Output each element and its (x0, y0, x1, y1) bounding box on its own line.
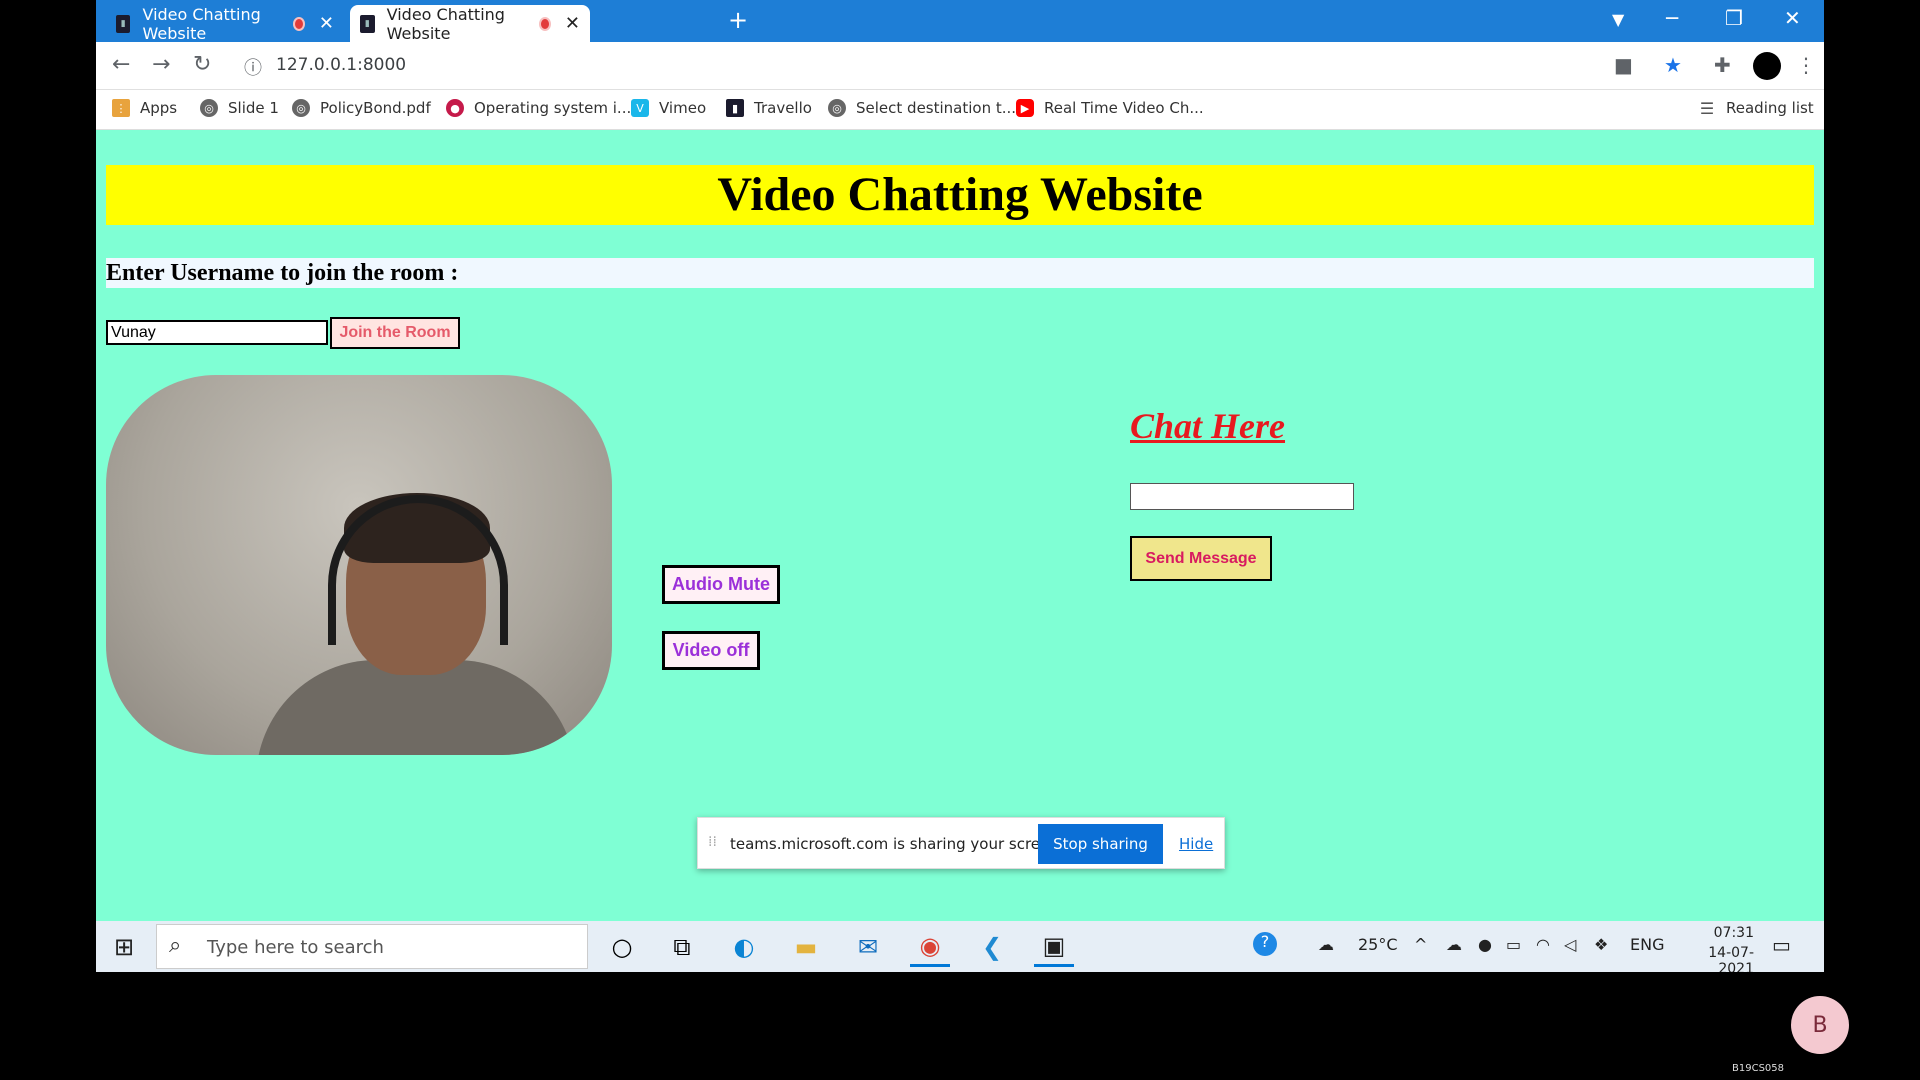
globe-icon: ◎ (292, 99, 310, 117)
page-title: Video Chatting Website (106, 165, 1814, 225)
profile-avatar-icon[interactable] (1753, 52, 1781, 80)
browser-tab-strip: ▮ Video Chatting Website ✕ ▮ Video Chatt… (96, 0, 1824, 43)
chat-message-input[interactable] (1130, 483, 1354, 510)
video-off-button[interactable]: Video off (662, 631, 760, 670)
new-tab-plus-icon[interactable]: + (728, 6, 748, 34)
bookmarks-bar: ⋮ Apps ◎ Slide 1 ◎ PolicyBond.pdf ● Oper… (96, 90, 1824, 130)
hide-link[interactable]: Hide (1179, 835, 1213, 853)
bookmark-apps[interactable]: ⋮ Apps (112, 99, 177, 117)
close-tab-icon[interactable]: ✕ (565, 13, 580, 34)
bookmark-travello[interactable]: ▮ Travello (726, 99, 812, 117)
bookmark-select-destination[interactable]: ◎ Select destination t... (828, 99, 1016, 117)
address-bar[interactable]: 127.0.0.1:8000 (276, 55, 406, 75)
send-message-button[interactable]: Send Message (1130, 536, 1272, 581)
battery-icon[interactable]: ▭ (1506, 935, 1521, 954)
help-icon[interactable]: ? (1253, 932, 1277, 956)
microphone-icon[interactable]: ● (1478, 935, 1492, 954)
site-favicon-icon: ▮ (726, 99, 744, 117)
file-explorer-icon[interactable]: ▬ (786, 927, 826, 967)
recording-icon (538, 16, 551, 31)
vimeo-icon: V (631, 99, 649, 117)
username-input[interactable] (106, 320, 328, 345)
stop-sharing-button[interactable]: Stop sharing (1038, 824, 1163, 864)
reading-list[interactable]: ☰ Reading list (1698, 98, 1814, 118)
cortana-icon[interactable]: ○ (602, 927, 642, 967)
drag-handle-icon[interactable]: ⁞⁞ (708, 834, 717, 850)
bookmark-policybond[interactable]: ◎ PolicyBond.pdf (292, 99, 431, 117)
menu-kebab-icon[interactable]: ⋮ (1796, 53, 1816, 77)
youtube-icon: ▶ (1016, 99, 1034, 117)
bookmark-operating-system[interactable]: ● Operating system i... (446, 99, 631, 117)
reading-list-icon: ☰ (1699, 98, 1715, 118)
camera-icon[interactable]: ■ (1614, 53, 1633, 77)
tab-title: Video Chatting Website (386, 4, 505, 43)
share-notice-text: teams.microsoft.com is sharing your scre… (730, 835, 1064, 853)
join-room-button[interactable]: Join the Room (330, 317, 460, 349)
back-arrow-icon[interactable]: ← (112, 52, 130, 77)
bookmark-star-icon[interactable]: ★ (1664, 53, 1682, 77)
wifi-icon[interactable]: ◠ (1536, 935, 1550, 954)
tab-title: Video Chatting Website (142, 4, 261, 43)
weather-temp[interactable]: 25°C (1358, 935, 1398, 954)
browser-toolbar: ← → ↻ ⓘ 127.0.0.1:8000 ■ ★ ✚ ⋮ (96, 42, 1824, 90)
tab-video-chatting-1[interactable]: ▮ Video Chatting Website ✕ (106, 4, 344, 43)
language-indicator[interactable]: ENG (1630, 935, 1664, 954)
clock-date[interactable]: 14-07-2021 (1674, 945, 1754, 972)
task-view-icon[interactable]: ⧉ (662, 927, 702, 967)
site-info-icon[interactable]: ⓘ (244, 54, 262, 80)
raspberry-icon: ● (446, 99, 464, 117)
chrome-icon[interactable]: ◉ (910, 927, 950, 967)
recording-icon (292, 16, 305, 31)
close-window-icon[interactable]: ✕ (1784, 6, 1801, 30)
windows-start-icon[interactable]: ⊞ (114, 933, 134, 961)
volume-icon[interactable]: ◁ (1564, 935, 1576, 954)
taskbar-search-box[interactable]: ⌕ Type here to search (156, 924, 588, 969)
apps-grid-icon: ⋮ (112, 99, 130, 117)
audio-mute-button[interactable]: Audio Mute (662, 565, 780, 604)
bookmark-real-time-video[interactable]: ▶ Real Time Video Ch... (1016, 99, 1204, 117)
chat-title: Chat Here (1130, 406, 1286, 446)
tab-search-chevron-icon[interactable]: ▼ (1612, 10, 1624, 29)
local-video-feed (106, 375, 612, 755)
tab-video-chatting-2[interactable]: ▮ Video Chatting Website ✕ (350, 4, 590, 43)
close-tab-icon[interactable]: ✕ (319, 13, 334, 34)
onedrive-icon[interactable]: ☁ (1446, 935, 1462, 954)
search-placeholder: Type here to search (207, 937, 384, 958)
extensions-puzzle-icon[interactable]: ✚ (1714, 53, 1731, 77)
participant-avatar[interactable]: B (1791, 996, 1849, 1054)
mail-icon[interactable]: ✉ (848, 927, 888, 967)
windows-taskbar: ⊞ ⌕ Type here to search ○ ⧉ ◐ ▬ ✉ ◉ ❮ ▣ … (96, 921, 1824, 972)
search-icon: ⌕ (169, 933, 182, 958)
restore-icon[interactable]: ❐ (1725, 6, 1743, 30)
edge-icon[interactable]: ◐ (724, 927, 764, 967)
terminal-icon[interactable]: ▣ (1034, 927, 1074, 967)
globe-icon: ◎ (828, 99, 846, 117)
username-label: Enter Username to join the room : (106, 258, 1814, 288)
bookmark-slide1[interactable]: ◎ Slide 1 (200, 99, 279, 117)
reload-icon[interactable]: ↻ (193, 52, 211, 77)
participant-name: B19CS058 (1732, 1063, 1785, 1074)
globe-icon: ◎ (200, 99, 218, 117)
site-favicon-icon: ▮ (116, 14, 131, 33)
weather-icon: ☁ (1318, 935, 1334, 954)
shared-screen: ▮ Video Chatting Website ✕ ▮ Video Chatt… (96, 0, 1824, 972)
forward-arrow-icon[interactable]: → (152, 52, 170, 77)
notifications-icon[interactable]: ▭ (1772, 933, 1791, 957)
tray-chevron-icon[interactable]: ^ (1414, 935, 1427, 954)
bookmark-vimeo[interactable]: V Vimeo (631, 99, 706, 117)
clock-time[interactable]: 07:31 (1694, 925, 1754, 941)
dropbox-icon[interactable]: ❖ (1594, 935, 1608, 954)
screen-share-notification: ⁞⁞ teams.microsoft.com is sharing your s… (697, 817, 1225, 869)
vscode-icon[interactable]: ❮ (972, 927, 1012, 967)
site-favicon-icon: ▮ (360, 14, 375, 33)
minimize-icon[interactable]: ─ (1666, 6, 1678, 30)
